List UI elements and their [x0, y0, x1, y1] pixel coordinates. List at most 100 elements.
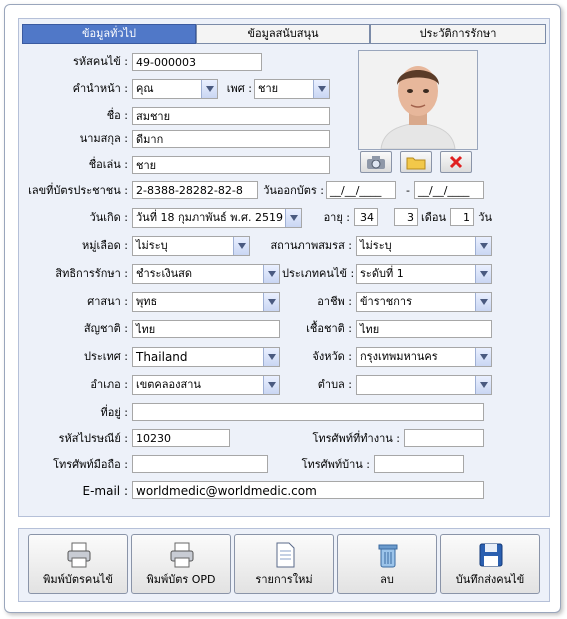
hometel-label: โทรศัพท์บ้าน :: [301, 458, 370, 471]
chevron-down-icon[interactable]: [263, 293, 279, 311]
zip-label: รหัสไปรษณีย์ :: [58, 432, 128, 445]
hn-input[interactable]: 49-000003: [132, 53, 262, 71]
chevron-down-icon[interactable]: [475, 376, 491, 394]
chevron-down-icon[interactable]: [475, 265, 491, 283]
delete-button[interactable]: ลบ: [337, 534, 437, 594]
nick-input[interactable]: ชาย: [132, 156, 330, 174]
chevron-down-icon[interactable]: [475, 237, 491, 255]
zip-input[interactable]: 10230: [132, 429, 230, 447]
save-send-button[interactable]: บันทึกส่งคนไข้: [440, 534, 540, 594]
marital-select[interactable]: ไม่ระบุ: [356, 236, 492, 256]
email-input[interactable]: worldmedic@worldmedic.com: [132, 481, 484, 499]
age-months-input[interactable]: 3: [394, 208, 418, 226]
chevron-down-icon[interactable]: [233, 237, 249, 255]
person-photo-icon: [359, 51, 477, 150]
worktel-label: โทรศัพท์ที่ทำงาน :: [312, 432, 400, 445]
blood-label: หมู่เลือด :: [82, 239, 128, 252]
right-value: ชำระเงินสด: [136, 267, 192, 280]
ptype-label: ประเภทคนไข้ :: [282, 267, 355, 280]
blood-value: ไม่ระบุ: [136, 239, 168, 252]
birth-date-picker[interactable]: วันที่ 18 กุมภาพันธ์ พ.ศ. 2519: [132, 208, 302, 228]
chevron-down-icon[interactable]: [263, 376, 279, 394]
print-patient-card-button[interactable]: พิมพ์บัตรคนไข้: [28, 534, 128, 594]
subdistrict-label: ตำบล :: [317, 378, 352, 391]
marital-label: สถานภาพสมรส :: [270, 239, 352, 252]
job-select[interactable]: ข้าราชการ: [356, 292, 492, 312]
mobile-input[interactable]: [132, 455, 268, 473]
age-label: อายุ :: [323, 211, 350, 224]
email-label: E-mail :: [82, 484, 128, 498]
new-record-button[interactable]: รายการใหม่: [234, 534, 334, 594]
country-label: ประเทศ :: [84, 350, 128, 363]
right-label: สิทธิการรักษา :: [55, 267, 128, 280]
address-input[interactable]: [132, 403, 484, 421]
religion-value: พุทธ: [136, 295, 158, 308]
idcard-label: เลขที่บัตรประชาชน :: [28, 184, 128, 197]
tab-general[interactable]: ข้อมูลทั่วไป: [22, 24, 196, 44]
print-opd-card-label: พิมพ์บัตร OPD: [146, 573, 216, 586]
birth-label: วันเกิด :: [89, 211, 128, 224]
sex-select[interactable]: ชาย: [254, 79, 330, 99]
province-select[interactable]: กรุงเทพมหานคร: [356, 347, 492, 367]
marital-value: ไม่ระบุ: [360, 239, 392, 252]
open-photo-button[interactable]: [400, 151, 432, 173]
district-label: อำเภอ :: [90, 378, 128, 391]
folder-icon: [406, 157, 426, 170]
print-opd-card-button[interactable]: พิมพ์บัตร OPD: [131, 534, 231, 594]
birth-value: วันที่ 18 กุมภาพันธ์ พ.ศ. 2519: [136, 211, 283, 224]
subdistrict-select[interactable]: [356, 375, 492, 395]
job-label: อาชีพ :: [317, 295, 352, 308]
issue-label: วันออกบัตร :: [263, 184, 324, 197]
chevron-down-icon[interactable]: [263, 265, 279, 283]
ptype-value: ระดับที่ 1: [360, 267, 404, 280]
race-label: เชื้อชาติ :: [306, 322, 352, 335]
document-icon: [276, 542, 295, 568]
issue-date-input[interactable]: __/__/____: [326, 181, 396, 199]
age-days-input[interactable]: 1: [450, 208, 474, 226]
right-select[interactable]: ชำระเงินสด: [132, 264, 280, 284]
chevron-down-icon[interactable]: [475, 348, 491, 366]
chevron-down-icon[interactable]: [313, 80, 329, 98]
dash-label: -: [406, 184, 410, 197]
religion-select[interactable]: พุทธ: [132, 292, 280, 312]
fname-input[interactable]: สมชาย: [132, 107, 330, 125]
hometel-input[interactable]: [374, 455, 464, 473]
nationality-input[interactable]: ไทย: [132, 320, 280, 338]
district-value: เขตคลองสาน: [136, 378, 201, 391]
chevron-down-icon[interactable]: [201, 80, 217, 98]
patient-photo: [358, 50, 478, 150]
delete-photo-button[interactable]: [440, 151, 472, 173]
camera-button[interactable]: [360, 151, 392, 173]
worktel-input[interactable]: [404, 429, 484, 447]
idcard-input[interactable]: 2-8388-28282-82-8: [132, 181, 258, 199]
tab-support[interactable]: ข้อมูลสนับสนุน: [196, 24, 370, 44]
country-select[interactable]: Thailand: [132, 347, 280, 367]
prefix-select[interactable]: คุณ: [132, 79, 218, 99]
address-label: ที่อยู่ :: [100, 406, 128, 419]
tab-history[interactable]: ประวัติการรักษา: [370, 24, 546, 44]
age-years-input[interactable]: 34: [354, 208, 378, 226]
chevron-down-icon[interactable]: [285, 209, 301, 227]
fname-label: ชื่อ :: [106, 109, 128, 122]
printer-icon: [170, 542, 194, 568]
chevron-down-icon[interactable]: [475, 293, 491, 311]
expire-date-input[interactable]: __/__/____: [414, 181, 484, 199]
nick-label: ชื่อเล่น :: [88, 158, 128, 171]
new-record-label: รายการใหม่: [255, 573, 313, 586]
blood-select[interactable]: ไม่ระบุ: [132, 236, 250, 256]
ptype-select[interactable]: ระดับที่ 1: [356, 264, 492, 284]
sex-value: ชาย: [258, 82, 279, 95]
country-value: Thailand: [136, 350, 188, 364]
religion-label: ศาสนา :: [87, 295, 128, 308]
province-value: กรุงเทพมหานคร: [360, 350, 438, 363]
lname-label: นามสกุล :: [79, 132, 128, 145]
job-value: ข้าราชการ: [360, 295, 412, 308]
district-select[interactable]: เขตคลองสาน: [132, 375, 280, 395]
camera-icon: [367, 156, 385, 169]
province-label: จังหวัด :: [312, 350, 352, 363]
month-label: เดือน: [420, 211, 446, 224]
race-input[interactable]: ไทย: [356, 320, 492, 338]
lname-input[interactable]: ดีมาก: [132, 130, 330, 148]
delete-label: ลบ: [380, 573, 394, 586]
chevron-down-icon[interactable]: [263, 348, 279, 366]
